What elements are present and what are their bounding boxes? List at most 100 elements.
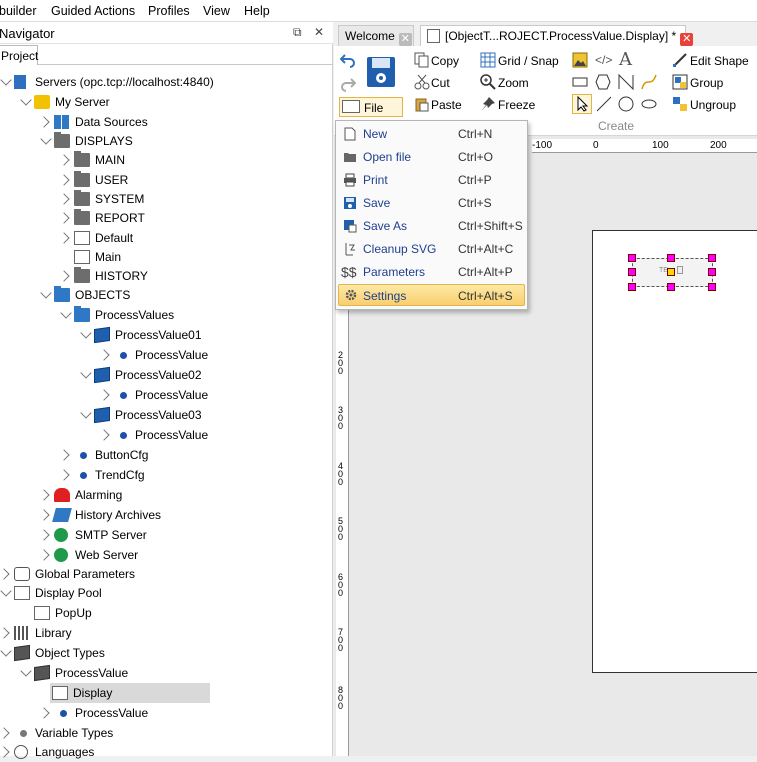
text-icon[interactable]: A [619,49,632,70]
center-handle[interactable] [667,268,675,276]
tree-item[interactable]: ProcessValue02 [78,365,320,385]
tree-item[interactable]: Variable Types [0,723,320,743]
resize-handle[interactable] [708,268,716,276]
rectangle-icon[interactable] [572,74,588,90]
paste-button[interactable]: Paste [431,98,462,112]
tree-item[interactable]: Display [50,683,210,703]
display-sheet[interactable] [592,230,757,673]
tree-item[interactable]: ProcessValue [18,663,320,683]
circle-icon[interactable] [618,96,634,112]
path-icon[interactable] [641,74,657,90]
tree-item[interactable]: Library [0,623,320,643]
chevron-right-icon[interactable] [58,270,70,282]
tree-item[interactable]: MAIN [58,150,320,170]
chevron-down-icon[interactable] [0,74,12,86]
tree-item[interactable]: USER [58,170,320,190]
line-icon[interactable] [596,96,612,112]
chevron-right-icon[interactable] [38,529,50,541]
edit-shape-button[interactable]: Edit Shape [690,54,749,68]
chevron-down-icon[interactable] [40,287,52,299]
tree-item[interactable]: DISPLAYS [38,131,320,151]
tree-item[interactable]: Global Parameters [0,564,320,584]
copy-button[interactable]: Copy [431,54,459,68]
chevron-right-icon[interactable] [38,509,50,521]
chevron-right-icon[interactable] [98,389,110,401]
tree-item[interactable]: ProcessValue03 [78,405,320,425]
tree-item[interactable]: Default [58,228,320,248]
chevron-down-icon[interactable] [60,307,72,319]
chevron-right-icon[interactable] [0,568,10,580]
chevron-right-icon[interactable] [58,193,70,205]
chevron-down-icon[interactable] [20,94,32,106]
tree-item[interactable]: My Server [18,92,320,112]
tree-item[interactable]: ButtonCfg [58,445,320,465]
resize-handle[interactable] [628,254,636,262]
chevron-down-icon[interactable] [80,367,92,379]
tree-item[interactable]: HISTORY [58,266,320,286]
redo-icon[interactable] [340,76,356,92]
tree-item[interactable]: Data Sources [38,112,320,132]
tree-item[interactable]: History Archives [38,505,320,525]
resize-handle[interactable] [667,254,675,262]
ungroup-button[interactable]: Ungroup [690,98,736,112]
chevron-right-icon[interactable] [58,449,70,461]
tree-item[interactable]: Web Server [38,545,320,565]
resize-handle[interactable] [708,283,716,291]
freeze-button[interactable]: Freeze [498,98,535,112]
tree-item[interactable]: TrendCfg [58,465,320,485]
chevron-down-icon[interactable] [40,133,52,145]
image-icon[interactable] [572,52,588,68]
tree-item[interactable]: ProcessValues [58,305,320,325]
chevron-right-icon[interactable] [38,707,50,719]
tree-item[interactable]: ProcessValue [98,345,320,365]
chevron-down-icon[interactable] [0,585,12,597]
menu-item-new[interactable]: New Ctrl+N [338,123,525,145]
chevron-right-icon[interactable] [58,469,70,481]
menu-item-open-file[interactable]: Open file Ctrl+O [338,146,525,168]
tree-item[interactable]: Alarming [38,485,320,505]
chevron-down-icon[interactable] [0,645,12,657]
tab-display[interactable]: [ObjectT...ROJECT.ProcessValue.Display] … [420,25,694,46]
cut-button[interactable]: Cut [431,76,450,90]
chevron-down-icon[interactable] [80,327,92,339]
close-icon[interactable]: ✕ [398,33,412,46]
chevron-right-icon[interactable] [58,212,70,224]
ellipse-icon[interactable] [641,96,657,112]
menu-item-print[interactable]: Print Ctrl+P [338,169,525,191]
chevron-right-icon[interactable] [0,727,10,739]
polyline-icon[interactable] [618,74,634,90]
tree-item[interactable]: SMTP Server [38,525,320,545]
tab-welcome[interactable]: Welcome ✕ [338,25,414,46]
pointer-tool[interactable] [572,94,592,114]
menu-item-cleanup-svg[interactable]: Cleanup SVG Ctrl+Alt+C [338,238,525,260]
tree-item[interactable]: ProcessValue [98,425,320,445]
chevron-right-icon[interactable] [98,349,110,361]
menu-item-settings[interactable]: Settings Ctrl+Alt+S [338,284,525,306]
tree-item[interactable]: REPORT [58,208,320,228]
undo-icon[interactable] [340,52,356,68]
tree-item[interactable]: PopUp [18,603,320,623]
group-button[interactable]: Group [690,76,723,90]
code-icon[interactable]: </> [595,53,612,67]
chevron-down-icon[interactable] [20,665,32,677]
chevron-right-icon[interactable] [38,116,50,128]
tree-item[interactable]: ProcessValue01 [78,325,320,345]
file-button[interactable]: File [339,97,403,117]
tree-item[interactable]: Display Pool [0,583,320,603]
resize-handle[interactable] [667,283,675,291]
chevron-right-icon[interactable] [58,232,70,244]
tree-item[interactable]: OBJECTS [38,285,320,305]
resize-handle[interactable] [628,283,636,291]
tree-item[interactable]: Servers (opc.tcp://localhost:4840) [0,72,320,92]
chevron-right-icon[interactable] [38,489,50,501]
polygon-icon[interactable] [595,74,611,90]
menu-item-save[interactable]: Save Ctrl+S [338,192,525,214]
tree-item[interactable]: SYSTEM [58,189,320,209]
tree-item[interactable]: ProcessValue [38,703,320,723]
resize-handle[interactable] [628,268,636,276]
chevron-right-icon[interactable] [0,627,10,639]
grid-snap-button[interactable]: Grid / Snap [498,54,559,68]
chevron-right-icon[interactable] [98,429,110,441]
tree-item[interactable]: Main [58,247,320,267]
resize-handle[interactable] [708,254,716,262]
